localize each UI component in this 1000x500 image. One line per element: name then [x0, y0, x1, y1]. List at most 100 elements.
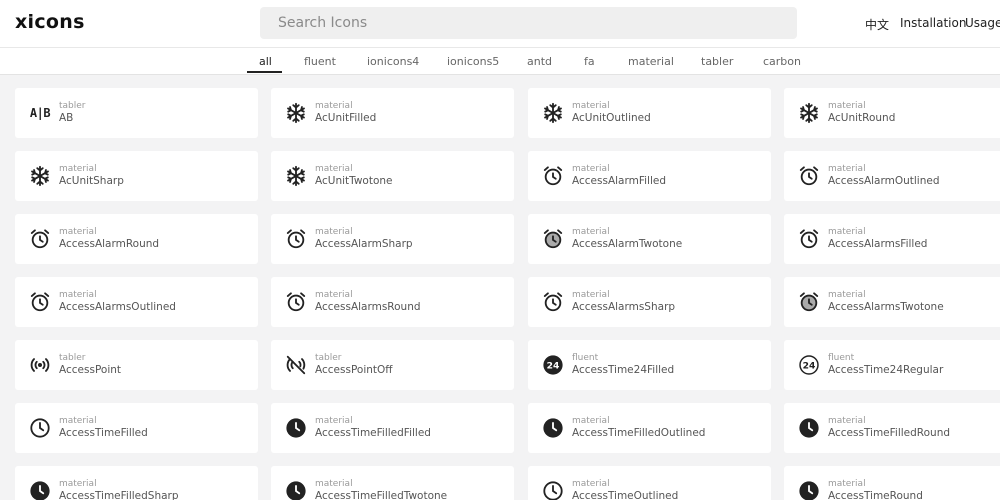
icon-library: fluent: [828, 353, 855, 363]
icon-library: material: [828, 416, 866, 426]
icon-library: material: [315, 227, 353, 237]
tab-carbon[interactable]: carbon: [763, 55, 801, 68]
tab-antd[interactable]: antd: [527, 55, 552, 68]
snowflake-icon: [285, 102, 307, 124]
tab-fa[interactable]: fa: [584, 55, 595, 68]
icon-card[interactable]: material AccessAlarmsRound: [271, 277, 514, 327]
icon-name: AccessTimeFilledTwotone: [315, 490, 448, 500]
icon-card[interactable]: material AccessTimeFilledRound: [784, 403, 1000, 453]
usage-link[interactable]: Usage: [965, 16, 1000, 30]
icon-card[interactable]: 24 fluent AccessTime24Filled: [528, 340, 771, 390]
icon-name: AccessTimeOutlined: [572, 490, 679, 500]
icon-name: AccessTimeFilledRound: [828, 427, 951, 439]
icon-card[interactable]: material AcUnitRound: [784, 88, 1000, 138]
icon-library: material: [572, 479, 610, 489]
access-point-off-icon: [285, 354, 307, 376]
icon-name: AccessAlarmsFilled: [828, 238, 928, 250]
icon-name: AccessAlarmsSharp: [572, 301, 676, 313]
icon-library: tabler: [59, 101, 86, 111]
icon-card[interactable]: material AccessAlarmsSharp: [528, 277, 771, 327]
tab-material[interactable]: material: [628, 55, 674, 68]
svg-text:24: 24: [803, 360, 816, 371]
icon-card[interactable]: A|B tabler AB: [15, 88, 258, 138]
icon-name: AccessTimeFilled: [59, 427, 148, 439]
alarm-clock-icon: [542, 165, 564, 187]
icon-card[interactable]: material AccessTimeOutlined: [528, 466, 771, 500]
tab-ionicons5[interactable]: ionicons5: [447, 55, 499, 68]
icon-card[interactable]: material AccessTimeFilled: [15, 403, 258, 453]
icon-name: AcUnitRound: [828, 112, 896, 124]
icon-library: material: [572, 416, 610, 426]
svg-text:24: 24: [547, 360, 560, 371]
language-link[interactable]: 中文: [865, 16, 889, 33]
icon-library: material: [315, 479, 353, 489]
snowflake-icon: [798, 102, 820, 124]
icon-library: material: [59, 479, 97, 489]
icon-name: AccessAlarmFilled: [572, 175, 666, 187]
icon-name: AccessTimeFilledFilled: [315, 427, 431, 439]
alarm-clock-twotone-icon: [798, 291, 820, 313]
clock-filled-icon: [542, 417, 564, 439]
app-logo[interactable]: xicons: [15, 11, 85, 33]
icon-library: material: [828, 227, 866, 237]
icon-name: AccessAlarmTwotone: [572, 238, 683, 250]
tab-fluent[interactable]: fluent: [304, 55, 336, 68]
icon-library: tabler: [59, 353, 86, 363]
icon-name: AB: [59, 112, 74, 124]
icon-card[interactable]: material AccessAlarmFilled: [528, 151, 771, 201]
icon-name: AccessAlarmSharp: [315, 238, 413, 250]
icon-card[interactable]: material AccessAlarmsFilled: [784, 214, 1000, 264]
icon-card[interactable]: tabler AccessPoint: [15, 340, 258, 390]
icon-card[interactable]: material AccessTimeFilledTwotone: [271, 466, 514, 500]
icon-card[interactable]: material AcUnitSharp: [15, 151, 258, 201]
tab-all[interactable]: all: [259, 55, 272, 68]
icon-name: AccessAlarmsTwotone: [828, 301, 944, 313]
alarm-clock-icon: [285, 228, 307, 250]
clock-filled-icon: [798, 480, 820, 500]
installation-link[interactable]: Installation: [900, 16, 966, 30]
clock-24-regular-icon: 24: [798, 354, 820, 376]
library-tabs: all fluent ionicons4 ionicons5 antd fa m…: [0, 48, 1000, 75]
clock-outline-icon: [29, 417, 51, 439]
clock-24-filled-icon: 24: [542, 354, 564, 376]
icon-card[interactable]: material AccessTimeFilledFilled: [271, 403, 514, 453]
icon-name: AccessAlarmRound: [59, 238, 160, 250]
icon-name: AccessAlarmOutlined: [828, 175, 940, 187]
access-point-icon: [29, 354, 51, 376]
icon-card[interactable]: tabler AccessPointOff: [271, 340, 514, 390]
icon-card[interactable]: 24 fluent AccessTime24Regular: [784, 340, 1000, 390]
icon-card[interactable]: material AcUnitOutlined: [528, 88, 771, 138]
icon-card[interactable]: material AccessAlarmSharp: [271, 214, 514, 264]
icon-card[interactable]: material AccessTimeRound: [784, 466, 1000, 500]
clock-outline-icon: [542, 480, 564, 500]
icon-name: AccessPointOff: [315, 364, 393, 376]
alarm-clock-icon: [29, 228, 51, 250]
alarm-clock-icon: [798, 165, 820, 187]
icon-card[interactable]: material AccessAlarmsOutlined: [15, 277, 258, 327]
icon-card[interactable]: material AcUnitTwotone: [271, 151, 514, 201]
alarm-clock-twotone-icon: [542, 228, 564, 250]
icon-library: material: [59, 227, 97, 237]
icon-library: material: [59, 416, 97, 426]
icon-name: AcUnitFilled: [315, 112, 377, 124]
icon-name: AcUnitOutlined: [572, 112, 651, 124]
icon-library: material: [828, 101, 866, 111]
search-input[interactable]: [260, 7, 797, 39]
icon-card[interactable]: material AccessAlarmRound: [15, 214, 258, 264]
alarm-clock-icon: [542, 291, 564, 313]
icon-library: material: [828, 479, 866, 489]
icon-grid: A|B tabler AB material AcUnitFilled material A…: [0, 88, 1000, 500]
icon-name: AcUnitTwotone: [315, 175, 393, 187]
icon-library: material: [315, 290, 353, 300]
icon-library: material: [828, 290, 866, 300]
icon-card[interactable]: material AccessTimeFilledOutlined: [528, 403, 771, 453]
icon-card[interactable]: material AccessAlarmsTwotone: [784, 277, 1000, 327]
alarm-clock-icon: [798, 228, 820, 250]
icon-card[interactable]: material AccessTimeFilledSharp: [15, 466, 258, 500]
tab-ionicons4[interactable]: ionicons4: [367, 55, 419, 68]
tab-tabler[interactable]: tabler: [701, 55, 733, 68]
icon-card[interactable]: material AccessAlarmOutlined: [784, 151, 1000, 201]
icon-card[interactable]: material AccessAlarmTwotone: [528, 214, 771, 264]
clock-filled-icon: [29, 480, 51, 500]
icon-card[interactable]: material AcUnitFilled: [271, 88, 514, 138]
